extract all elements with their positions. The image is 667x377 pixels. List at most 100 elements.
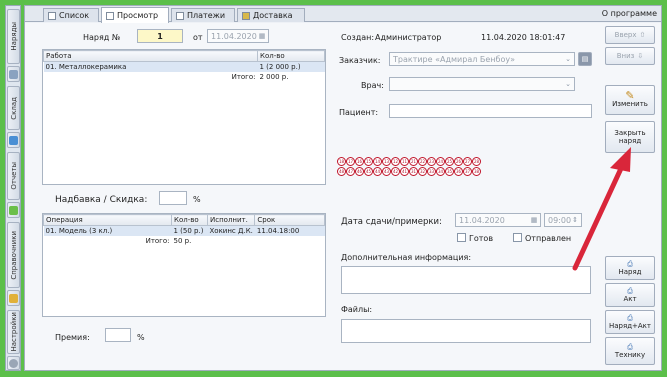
sidebar-tab-directories[interactable]: Справочники xyxy=(7,222,20,288)
about-link[interactable]: О программе xyxy=(602,9,657,18)
arrow-up-icon: ⇧ xyxy=(639,31,646,39)
print-order-button[interactable]: ⎙ Наряд xyxy=(605,256,655,280)
order-date-value: 11.04.2020 xyxy=(211,32,257,41)
tooth-14[interactable]: 14 xyxy=(373,157,382,166)
customer-card-button[interactable]: ▤ xyxy=(578,52,592,66)
total-row: Итого: 50 р. xyxy=(44,236,325,246)
tooth-48[interactable]: 48 xyxy=(337,167,346,176)
pencil-icon: ✎ xyxy=(625,89,635,102)
tooth-46[interactable]: 46 xyxy=(355,167,364,176)
ready-checkbox[interactable] xyxy=(457,233,466,242)
ops-col-header[interactable]: Срок xyxy=(254,214,325,226)
sidebar-item-label: Настройки xyxy=(9,312,18,352)
delivery-time-value: 09:00 xyxy=(548,216,572,225)
move-down-button[interactable]: Вниз ⇩ xyxy=(605,47,655,65)
tooth-32[interactable]: 32 xyxy=(418,167,427,176)
doctor-label: Врач: xyxy=(361,81,384,90)
calendar-icon: ▦ xyxy=(530,216,538,224)
tooth-37[interactable]: 37 xyxy=(463,167,472,176)
total-value: 2 000 р. xyxy=(259,73,289,81)
order-number-field[interactable]: 1 xyxy=(137,29,183,43)
tooth-47[interactable]: 47 xyxy=(346,167,355,176)
tooth-33[interactable]: 33 xyxy=(427,167,436,176)
tab-list[interactable]: Список xyxy=(43,8,99,22)
customer-select[interactable]: Трактире «Адмирал Бенбоу» ⌄ xyxy=(389,52,575,66)
tooth-44[interactable]: 44 xyxy=(373,167,382,176)
printer-icon: ⎙ xyxy=(627,343,633,351)
table-row[interactable]: 01. Модель (3 кл.) 1 (50 р.) Хокинс Д.К.… xyxy=(43,225,325,236)
created-label: Создан: xyxy=(341,33,375,42)
ops-col-header[interactable]: Кол-во xyxy=(171,214,208,226)
print-order-label: Наряд xyxy=(618,268,642,276)
edit-button[interactable]: ✎ Изменить xyxy=(605,85,655,115)
delivery-icon xyxy=(242,11,250,20)
tooth-41[interactable]: 41 xyxy=(400,167,409,176)
edit-label: Изменить xyxy=(612,100,648,108)
print-order-act-button[interactable]: ⎙ Наряд+Акт xyxy=(605,310,655,334)
print-tech-button[interactable]: ⎙ Технику xyxy=(605,337,655,365)
delivery-date-field[interactable]: 11.04.2020 ▦ xyxy=(455,213,541,227)
works-col-header[interactable]: Кол-во xyxy=(257,50,325,62)
tooth-17[interactable]: 17 xyxy=(346,157,355,166)
tab-delivery[interactable]: Доставка xyxy=(237,8,305,22)
tooth-36[interactable]: 36 xyxy=(454,167,463,176)
sidebar-tab-reports[interactable]: Отчеты xyxy=(7,152,20,200)
patient-input[interactable] xyxy=(389,104,592,118)
order-number-label: Наряд № xyxy=(83,33,121,42)
total-label: Итого: xyxy=(145,237,170,245)
tooth-16[interactable]: 16 xyxy=(355,157,364,166)
list-icon xyxy=(48,11,56,20)
move-up-button[interactable]: Вверх ⇧ xyxy=(605,26,655,44)
sidebar-item-label: Справочники xyxy=(9,230,18,280)
tooth-24[interactable]: 24 xyxy=(436,157,445,166)
tooth-11[interactable]: 11 xyxy=(400,157,409,166)
tooth-25[interactable]: 25 xyxy=(445,157,454,166)
table-row[interactable]: 01. Металлокерамика 1 (2 000 р.) xyxy=(43,61,325,72)
tooth-26[interactable]: 26 xyxy=(454,157,463,166)
tooth-45[interactable]: 45 xyxy=(364,167,373,176)
extra-info-textarea[interactable] xyxy=(341,266,591,294)
table-cell: 11.04.18:00 xyxy=(254,225,325,236)
tooth-12[interactable]: 12 xyxy=(391,157,400,166)
ops-col-header[interactable]: Операция xyxy=(43,214,172,226)
order-date-field[interactable]: 11.04.2020 ▦ xyxy=(207,29,269,43)
sidebar-item-label: Склад xyxy=(9,96,18,120)
tab-payments[interactable]: Платежи xyxy=(171,8,235,22)
ops-col-header[interactable]: Исполнит. xyxy=(206,214,256,226)
reports-icon xyxy=(7,202,20,218)
left-sidebar: Наряды Склад Отчеты Справочники Настройк… xyxy=(5,5,21,371)
doctor-select[interactable]: ⌄ xyxy=(389,77,575,91)
surcharge-input[interactable] xyxy=(159,191,187,205)
table-cell: 1 (2 000 р.) xyxy=(257,61,325,72)
sidebar-tab-warehouse[interactable]: Склад xyxy=(7,86,20,130)
tooth-35[interactable]: 35 xyxy=(445,167,454,176)
tab-label: Платежи xyxy=(187,11,226,20)
spin-icon: ⇕ xyxy=(572,216,578,224)
tooth-38[interactable]: 38 xyxy=(472,167,481,176)
tooth-43[interactable]: 43 xyxy=(382,167,391,176)
delivery-time-field[interactable]: 09:00 ⇕ xyxy=(544,213,582,227)
sent-checkbox[interactable] xyxy=(513,233,522,242)
tooth-22[interactable]: 22 xyxy=(418,157,427,166)
tooth-28[interactable]: 28 xyxy=(472,157,481,166)
sidebar-tab-settings[interactable]: Настройки xyxy=(7,310,20,354)
premium-input[interactable] xyxy=(105,328,131,342)
tooth-18[interactable]: 18 xyxy=(337,157,346,166)
sidebar-tab-orders[interactable]: Наряды xyxy=(7,9,20,64)
customer-label: Заказчик: xyxy=(339,56,381,65)
tooth-13[interactable]: 13 xyxy=(382,157,391,166)
tooth-34[interactable]: 34 xyxy=(436,167,445,176)
tooth-23[interactable]: 23 xyxy=(427,157,436,166)
tooth-42[interactable]: 42 xyxy=(391,167,400,176)
sidebar-item-label: Наряды xyxy=(9,22,18,51)
works-col-header[interactable]: Работа xyxy=(43,50,258,62)
calendar-icon: ▦ xyxy=(258,32,266,40)
tooth-31[interactable]: 31 xyxy=(409,167,418,176)
tooth-21[interactable]: 21 xyxy=(409,157,418,166)
tooth-15[interactable]: 15 xyxy=(364,157,373,166)
close-order-button[interactable]: Закрыть наряд xyxy=(605,121,655,153)
tooth-27[interactable]: 27 xyxy=(463,157,472,166)
tab-view[interactable]: Просмотр xyxy=(101,7,169,23)
print-act-button[interactable]: ⎙ Акт xyxy=(605,283,655,307)
files-list[interactable] xyxy=(341,319,591,343)
